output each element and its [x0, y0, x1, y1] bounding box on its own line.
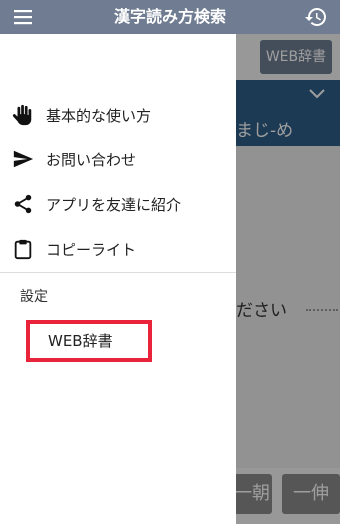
drawer-item-label: お問い合わせ: [46, 151, 137, 169]
drawer-item-label: コピーライト: [46, 241, 137, 259]
drawer-item-web-dictionary[interactable]: WEB辞書: [26, 320, 152, 362]
drawer-item-copyright[interactable]: コピーライト: [0, 228, 236, 272]
hand-icon: [12, 104, 32, 126]
drawer-item-label: アプリを友達に紹介: [46, 196, 182, 214]
app-title: 漢字読み方検索: [113, 7, 226, 26]
clipboard-icon: [14, 239, 32, 260]
hamburger-menu-icon[interactable]: [12, 6, 34, 28]
app-bar: 漢字読み方検索: [0, 0, 340, 34]
navigation-drawer: 基本的な使い方 お問い合わせ アプリを友達に紹介 コピーライト 設定 WEB辞書: [0, 34, 236, 524]
drawer-divider: [0, 272, 236, 273]
history-icon[interactable]: [304, 5, 328, 29]
drawer-item-contact[interactable]: お問い合わせ: [0, 138, 236, 182]
drawer-item-label: 基本的な使い方: [46, 107, 152, 125]
drawer-item-share[interactable]: アプリを友達に紹介: [0, 183, 236, 227]
send-icon: [13, 150, 34, 168]
drawer-item-basic-usage[interactable]: 基本的な使い方: [0, 94, 236, 138]
drawer-item-label: WEB辞書: [48, 332, 113, 350]
share-icon: [14, 194, 32, 214]
settings-section-header: 設定: [20, 289, 48, 305]
